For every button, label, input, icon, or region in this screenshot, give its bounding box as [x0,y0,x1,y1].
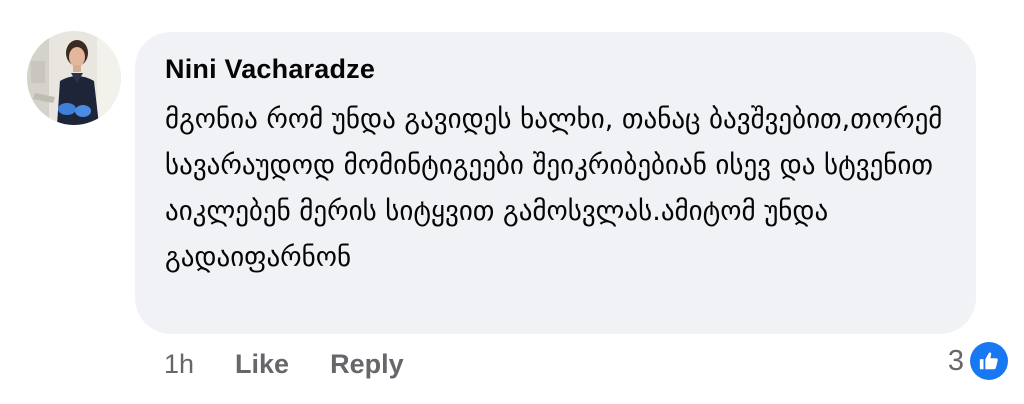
like-button[interactable]: Like [235,349,289,380]
reaction-summary[interactable]: 3 [948,341,1008,381]
reply-button[interactable]: Reply [330,349,404,380]
comment-author[interactable]: Nini Vacharadze [165,52,946,86]
comment-actions: 1h Like Reply [164,344,404,384]
avatar[interactable] [27,31,121,125]
comment-text: მგონია რომ უნდა გავიდეს ხალხი, თანაც ბავ… [165,104,952,273]
reaction-count: 3 [947,344,964,377]
comment-bubble: Nini Vacharadze მგონია რომ უნდა გავიდეს … [135,32,976,334]
thumbs-up-icon [970,342,1008,380]
comment-time[interactable]: 1h [164,349,194,380]
